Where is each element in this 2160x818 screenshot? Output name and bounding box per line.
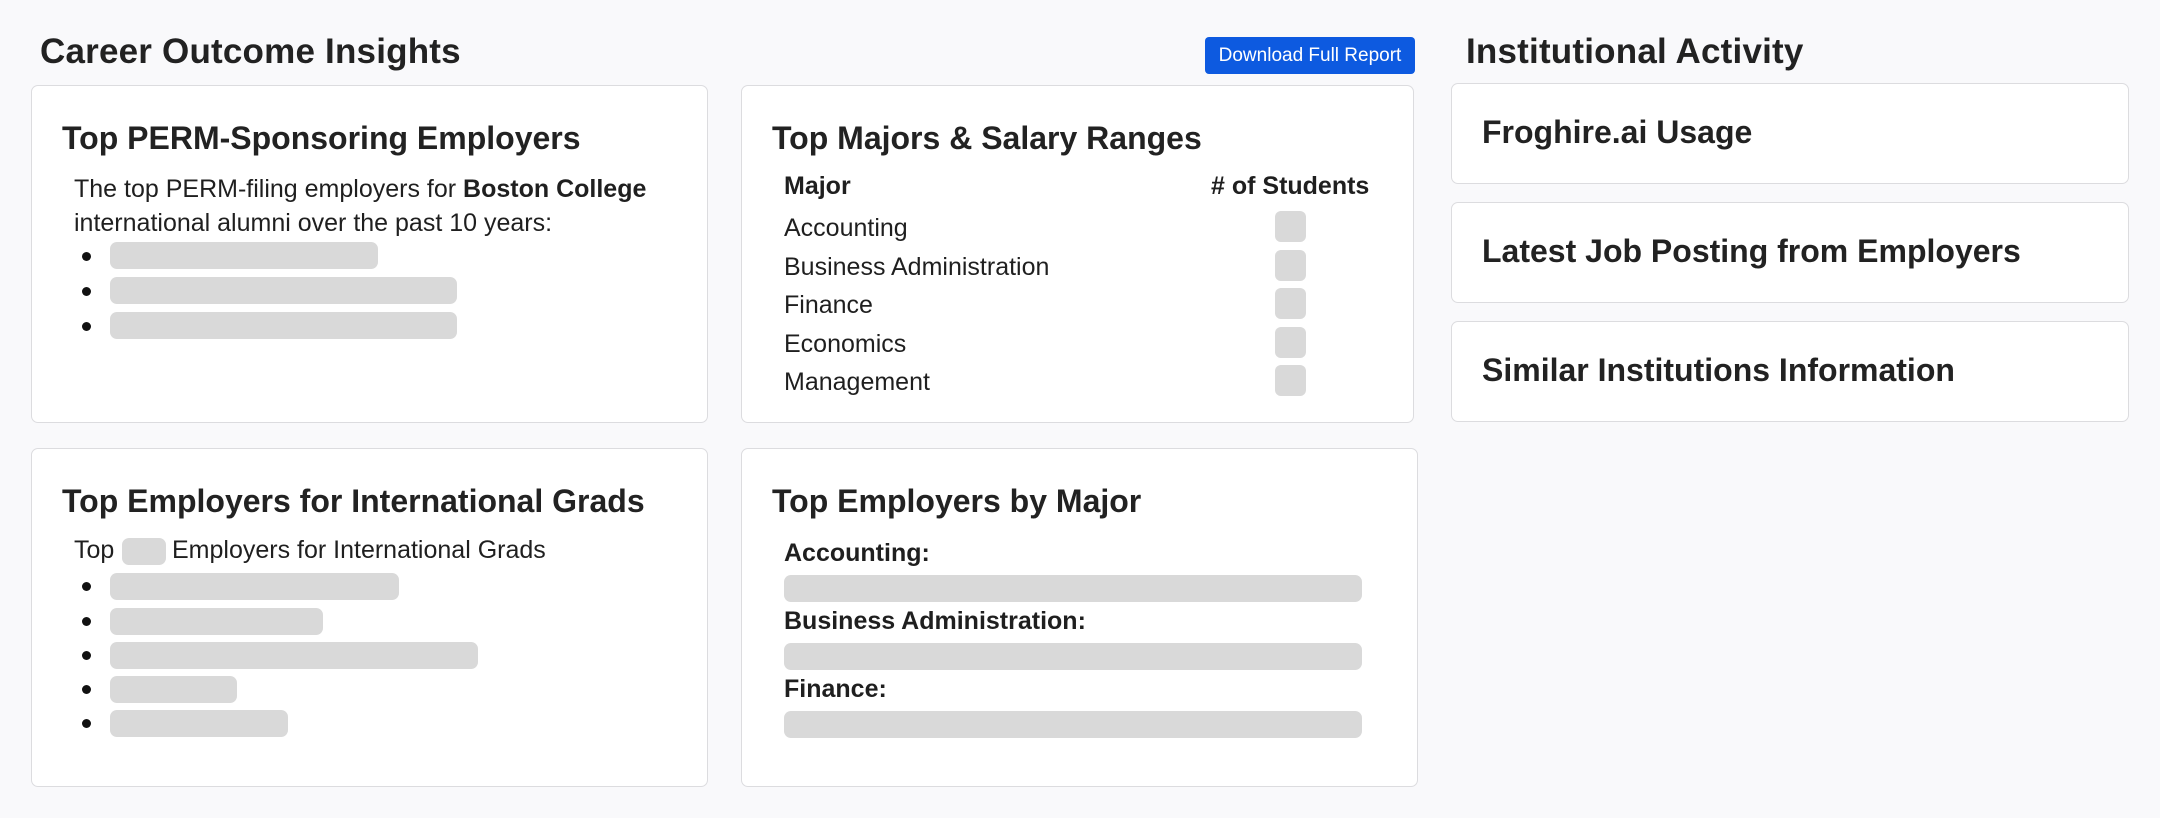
perm-intro-suffix: international alumni over the past 10 ye…: [74, 209, 553, 237]
student-count-skeleton: [1275, 288, 1306, 319]
employer-list-skeleton: [784, 643, 1362, 670]
list-bullet: [82, 617, 91, 626]
list-item-skeleton: [110, 710, 288, 737]
card-title: Latest Job Posting from Employers: [1482, 233, 2021, 269]
similar-institutions-card[interactable]: Similar Institutions Information: [1451, 321, 2129, 422]
list-item-skeleton: [110, 277, 457, 304]
institution-name: Boston College: [463, 175, 647, 203]
employer-list-skeleton: [784, 711, 1362, 738]
list-bullet: [82, 651, 91, 660]
card-title: Top Employers by Major: [772, 483, 1142, 519]
major-heading: Business Administration:: [784, 607, 1086, 635]
card-title: Froghire.ai Usage: [1482, 114, 1753, 150]
list-item-skeleton: [110, 242, 378, 269]
list-item-skeleton: [110, 642, 478, 669]
list-bullet: [82, 322, 91, 331]
employer-list-skeleton: [784, 575, 1362, 602]
card-title: Similar Institutions Information: [1482, 352, 1955, 388]
intl-grads-text-suffix: Employers for International Grads: [172, 536, 546, 564]
intl-grads-text-prefix: Top: [74, 536, 115, 564]
student-count-skeleton: [1275, 211, 1306, 242]
latest-job-posting-card[interactable]: Latest Job Posting from Employers: [1451, 202, 2129, 303]
page-title: Career Outcome Insights: [40, 32, 461, 71]
list-bullet: [82, 685, 91, 694]
employer-count-skeleton: [122, 538, 166, 565]
major-heading: Finance:: [784, 675, 887, 703]
column-header-students: # of Students: [1211, 172, 1370, 200]
card-title: Top Employers for International Grads: [62, 483, 645, 519]
list-bullet: [82, 582, 91, 591]
perm-employers-card: Top PERM-Sponsoring Employers The top PE…: [31, 85, 708, 423]
student-count-skeleton: [1275, 365, 1306, 396]
perm-intro-text: The top PERM-filing employers for Boston…: [74, 172, 646, 240]
list-item-skeleton: [110, 312, 457, 339]
intl-grads-employers-card: Top Employers for International Grads To…: [31, 448, 708, 787]
student-count-skeleton: [1275, 327, 1306, 358]
list-item-skeleton: [110, 676, 237, 703]
column-header-major: Major: [784, 172, 851, 200]
employers-by-major-card: Top Employers by Major Accounting: Busin…: [741, 448, 1418, 787]
major-heading: Accounting:: [784, 539, 930, 567]
major-row: Finance: [784, 291, 873, 319]
list-bullet: [82, 719, 91, 728]
list-bullet: [82, 252, 91, 261]
download-full-report-button[interactable]: Download Full Report: [1205, 37, 1415, 74]
perm-intro-prefix: The top PERM-filing employers for: [74, 175, 457, 203]
majors-salary-card: Top Majors & Salary Ranges Major # of St…: [741, 85, 1414, 423]
card-title: Top Majors & Salary Ranges: [772, 120, 1202, 156]
major-row: Economics: [784, 330, 907, 358]
list-item-skeleton: [110, 608, 323, 635]
list-bullet: [82, 287, 91, 296]
froghire-usage-card[interactable]: Froghire.ai Usage: [1451, 83, 2129, 184]
list-item-skeleton: [110, 573, 399, 600]
student-count-skeleton: [1275, 250, 1306, 281]
card-title: Top PERM-Sponsoring Employers: [62, 120, 581, 156]
institutional-activity-title: Institutional Activity: [1466, 32, 1804, 71]
major-row: Business Administration: [784, 253, 1050, 281]
major-row: Management: [784, 368, 930, 396]
major-row: Accounting: [784, 214, 908, 242]
